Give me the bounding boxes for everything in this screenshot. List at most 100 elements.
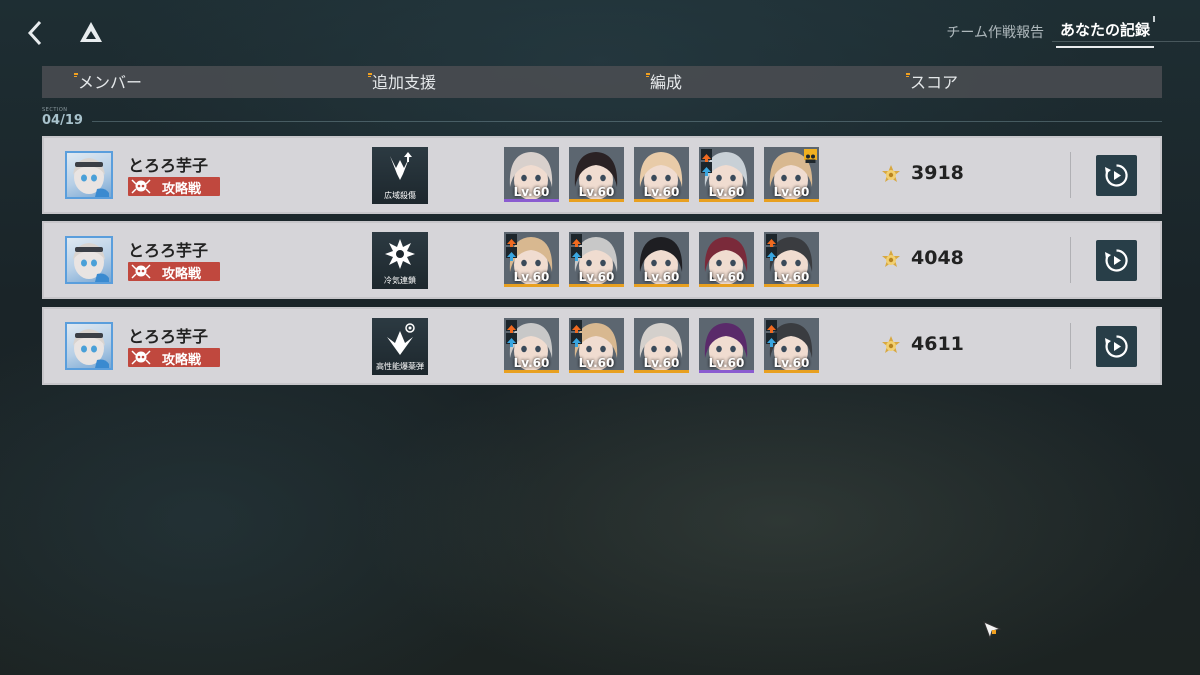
- support-skill[interactable]: 広域殺傷: [372, 147, 428, 204]
- rarity-bar: [504, 370, 559, 373]
- support-skill[interactable]: 高性能爆薬弾: [372, 318, 428, 375]
- character-level: Lv.60: [773, 270, 810, 284]
- medal-icon: [882, 165, 900, 182]
- support-label: 高性能爆薬弾: [376, 362, 424, 371]
- character-level: Lv.60: [773, 185, 810, 199]
- replay-icon: [1105, 335, 1128, 358]
- upgrade-arrow-icon: [571, 247, 582, 261]
- character-portrait[interactable]: Lv.60: [699, 318, 754, 373]
- team-icon: [804, 149, 817, 163]
- upgrade-arrow-icon: [766, 333, 777, 347]
- record-row: とろろ芋子 攻略戦 冷気連鎖 Lv.60 Lv.60 Lv.60 Lv.60 Lv.60 404…: [42, 221, 1162, 299]
- character-level: Lv.60: [708, 270, 745, 284]
- upgrade-arrow-icon: [766, 247, 777, 261]
- character-level: Lv.60: [773, 356, 810, 370]
- character-portrait[interactable]: Lv.60: [699, 232, 754, 287]
- rarity-bar: [569, 284, 624, 287]
- back-button[interactable]: [22, 18, 50, 48]
- score-value: 3918: [911, 162, 964, 184]
- character-portrait[interactable]: Lv.60: [504, 318, 559, 373]
- replay-button[interactable]: [1096, 155, 1137, 196]
- formation: Lv.60 Lv.60 Lv.60 Lv.60 Lv.60: [504, 147, 820, 204]
- tab-team-report[interactable]: チーム作戦報告: [942, 18, 1048, 48]
- upgrade-arrow-icon: [571, 234, 582, 248]
- character-level: Lv.60: [708, 356, 745, 370]
- rarity-bar: [764, 284, 819, 287]
- chevron-left-icon: [27, 20, 42, 46]
- mode-label: 攻略戦: [162, 353, 202, 368]
- character-level: Lv.60: [578, 270, 615, 284]
- top-divider: [1052, 41, 1200, 42]
- character-level: Lv.60: [708, 185, 745, 199]
- player-avatar[interactable]: [65, 236, 113, 284]
- row-divider: [1070, 152, 1071, 198]
- support-label: 冷気連鎖: [384, 276, 416, 285]
- mode-badge: 攻略戦: [128, 177, 220, 197]
- character-portrait[interactable]: Lv.60: [569, 232, 624, 287]
- support-label: 広域殺傷: [384, 191, 416, 200]
- character-portrait[interactable]: Lv.60: [634, 318, 689, 373]
- medal-icon: [882, 250, 900, 267]
- player-name: とろろ芋子: [128, 156, 209, 175]
- player-name: とろろ芋子: [128, 327, 209, 346]
- character-portrait[interactable]: Lv.60: [764, 232, 819, 287]
- formation: Lv.60 Lv.60 Lv.60 Lv.60 Lv.60: [504, 318, 820, 375]
- character-portrait[interactable]: Lv.60: [504, 232, 559, 287]
- player-avatar[interactable]: [65, 151, 113, 199]
- character-portrait[interactable]: Lv.60: [764, 147, 819, 202]
- rarity-bar: [634, 370, 689, 373]
- record-row: とろろ芋子攻略戦高性能爆薬弾 Lv.60 Lv.60 Lv.60 Lv.60 Lv.60 4…: [42, 307, 1162, 385]
- character-level: Lv.60: [578, 185, 615, 199]
- header-support: 追加支援: [367, 66, 436, 98]
- tab-your-record[interactable]: あなたの記録: [1055, 15, 1154, 48]
- tab-bar: チーム作戦報告 あなたの記録: [942, 15, 1154, 48]
- rarity-bar: [504, 284, 559, 287]
- mode-label: 攻略戦: [162, 267, 202, 282]
- character-portrait[interactable]: Lv.60: [764, 318, 819, 373]
- score-value: 4611: [911, 333, 964, 355]
- character-level: Lv.60: [643, 270, 680, 284]
- upgrade-arrow-icon: [506, 247, 517, 261]
- row-divider: [1070, 323, 1071, 369]
- replay-button[interactable]: [1096, 326, 1137, 367]
- skull-icon: [131, 350, 151, 365]
- upgrade-arrow-icon: [571, 320, 582, 334]
- header-member: メンバー: [73, 66, 142, 98]
- section-date: 04/19: [42, 113, 83, 128]
- upgrade-arrow-icon: [766, 320, 777, 334]
- support-skill[interactable]: 冷気連鎖: [372, 232, 428, 289]
- character-level: Lv.60: [513, 185, 550, 199]
- rarity-bar: [634, 284, 689, 287]
- character-level: Lv.60: [643, 185, 680, 199]
- character-portrait[interactable]: Lv.60: [504, 147, 559, 202]
- replay-button[interactable]: [1096, 240, 1137, 281]
- app-logo-icon: [78, 20, 104, 46]
- row-divider: [1070, 237, 1071, 283]
- character-level: Lv.60: [513, 270, 550, 284]
- tab-marker: [1153, 16, 1155, 22]
- medal-icon: [882, 336, 900, 353]
- rarity-bar: [569, 199, 624, 202]
- character-portrait[interactable]: Lv.60: [634, 147, 689, 202]
- mode-label: 攻略戦: [162, 182, 202, 197]
- skull-icon: [131, 264, 151, 279]
- upgrade-arrow-icon: [506, 333, 517, 347]
- upgrade-arrow-icon: [506, 320, 517, 334]
- character-portrait[interactable]: Lv.60: [699, 147, 754, 202]
- mode-badge: 攻略戦: [128, 262, 220, 282]
- rarity-bar: [634, 199, 689, 202]
- character-level: Lv.60: [578, 356, 615, 370]
- character-portrait[interactable]: Lv.60: [569, 147, 624, 202]
- rarity-bar: [504, 199, 559, 202]
- character-level: Lv.60: [513, 356, 550, 370]
- replay-icon: [1105, 249, 1128, 272]
- character-portrait[interactable]: Lv.60: [569, 318, 624, 373]
- upgrade-arrow-icon: [701, 149, 712, 163]
- character-portrait[interactable]: Lv.60: [634, 232, 689, 287]
- rarity-bar: [569, 370, 624, 373]
- upgrade-arrow-icon: [571, 333, 582, 347]
- formation: Lv.60 Lv.60 Lv.60 Lv.60 Lv.60: [504, 232, 820, 289]
- rarity-bar: [699, 199, 754, 202]
- character-level: Lv.60: [643, 356, 680, 370]
- player-avatar[interactable]: [65, 322, 113, 370]
